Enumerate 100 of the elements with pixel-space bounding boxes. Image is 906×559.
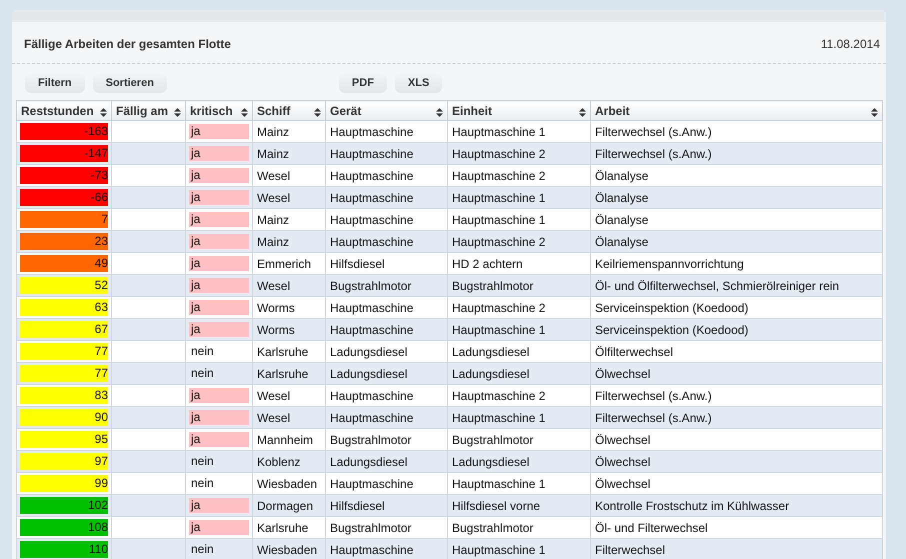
table-cell: Ölanalyse bbox=[590, 230, 882, 252]
sort-button[interactable]: Sortieren bbox=[92, 73, 167, 93]
table-cell: Hauptmaschine 1 bbox=[448, 186, 590, 208]
table-cell: Hauptmaschine bbox=[326, 186, 448, 208]
critical-label: ja bbox=[189, 234, 249, 249]
column-header[interactable]: Fällig am bbox=[112, 100, 186, 120]
remaining-hours-bar: 23 bbox=[20, 233, 108, 250]
remaining-hours-bar: -73 bbox=[20, 167, 108, 184]
table-cell: Hilfsdiesel vorne bbox=[448, 494, 590, 516]
table-cell: Ölwechsel bbox=[590, 362, 882, 384]
sort-icon[interactable] bbox=[871, 108, 878, 116]
column-header[interactable]: Einheit bbox=[448, 100, 590, 120]
table-cell: Koblenz bbox=[252, 450, 326, 472]
remaining-hours-bar: 83 bbox=[20, 387, 108, 404]
critical-label: nein bbox=[190, 476, 215, 491]
table-cell: Hilfsdiesel bbox=[326, 494, 448, 516]
sort-icon[interactable] bbox=[241, 108, 248, 116]
column-header[interactable]: kritisch bbox=[186, 100, 252, 120]
table-cell: Wiesbaden bbox=[252, 538, 326, 559]
table-cell: Mainz bbox=[252, 230, 326, 252]
table-cell: Ladungsdiesel bbox=[326, 362, 448, 384]
remaining-hours-bar: 97 bbox=[20, 453, 108, 470]
table-cell: Bugstrahlmotor bbox=[448, 274, 590, 296]
date-label: 11.08.2014 bbox=[820, 37, 880, 51]
table-cell: Hauptmaschine bbox=[326, 142, 448, 164]
table-cell: Ölanalyse bbox=[590, 186, 882, 208]
table-cell: Worms bbox=[252, 318, 326, 340]
remaining-hours-bar: 90 bbox=[20, 409, 108, 426]
critical-label: ja bbox=[189, 190, 249, 205]
remaining-hours-bar: -163 bbox=[20, 123, 108, 140]
sort-icon[interactable] bbox=[579, 108, 586, 116]
remaining-hours-bar: 95 bbox=[20, 431, 108, 448]
sort-icon[interactable] bbox=[436, 108, 443, 116]
critical-label: ja bbox=[189, 124, 249, 139]
table-cell: Filterwechsel (s.Anw.) bbox=[590, 142, 882, 164]
table-cell: Serviceinspektion (Koedood) bbox=[590, 318, 882, 340]
table-cell: Hauptmaschine 2 bbox=[448, 142, 590, 164]
table-cell: Wesel bbox=[252, 406, 326, 428]
sort-icon[interactable] bbox=[174, 108, 181, 116]
remaining-hours-bar: 67 bbox=[20, 321, 108, 338]
xls-export-button[interactable]: XLS bbox=[394, 73, 442, 93]
table-cell: Kontrolle Frostschutz im Kühlwasser bbox=[590, 494, 882, 516]
critical-label: ja bbox=[189, 256, 249, 271]
table-cell: Karlsruhe bbox=[252, 362, 326, 384]
critical-label: ja bbox=[189, 212, 249, 227]
critical-label: ja bbox=[189, 388, 249, 403]
table-cell: Bugstrahlmotor bbox=[326, 274, 448, 296]
table-cell: Wesel bbox=[252, 186, 326, 208]
remaining-hours-bar: 7 bbox=[20, 211, 108, 228]
table-cell: Dormagen bbox=[252, 494, 326, 516]
remaining-hours-bar: 102 bbox=[20, 497, 108, 514]
table-cell: Hauptmaschine 1 bbox=[448, 406, 590, 428]
sort-icon[interactable] bbox=[314, 108, 321, 116]
column-header[interactable]: Reststunden bbox=[16, 100, 112, 120]
critical-label: ja bbox=[189, 410, 249, 425]
remaining-hours-bar: 52 bbox=[20, 277, 108, 294]
critical-label: nein bbox=[190, 366, 215, 381]
table-cell: Ladungsdiesel bbox=[448, 362, 590, 384]
page-title: Fällige Arbeiten der gesamten Flotte bbox=[24, 37, 231, 51]
critical-label: ja bbox=[189, 322, 249, 337]
table-cell: Ölwechsel bbox=[590, 450, 882, 472]
table-cell: Hauptmaschine bbox=[326, 406, 448, 428]
table-cell: Filterwechsel (s.Anw.) bbox=[590, 406, 882, 428]
critical-label: nein bbox=[190, 542, 215, 557]
remaining-hours-bar: -147 bbox=[20, 145, 108, 162]
remaining-hours-bar: 49 bbox=[20, 255, 108, 272]
remaining-hours-bar: 110 bbox=[20, 541, 108, 558]
table-cell: Hauptmaschine bbox=[326, 538, 448, 559]
table-cell: Hauptmaschine 2 bbox=[448, 230, 590, 252]
table-cell: Mainz bbox=[252, 142, 326, 164]
table-cell: Wesel bbox=[252, 274, 326, 296]
column-header[interactable]: Schiff bbox=[252, 100, 326, 120]
table-cell: Filterwechsel bbox=[590, 538, 882, 559]
sort-icon[interactable] bbox=[100, 108, 107, 116]
remaining-hours-bar: 77 bbox=[20, 365, 108, 382]
table-cell: Öl- und Ölfilterwechsel, Schmierölreiniger rein bbox=[590, 274, 882, 296]
remaining-hours-bar: 63 bbox=[20, 299, 108, 316]
pdf-export-button[interactable]: PDF bbox=[338, 73, 387, 93]
column-header[interactable]: Arbeit bbox=[590, 100, 882, 120]
table-cell: Hauptmaschine 1 bbox=[448, 318, 590, 340]
column-header[interactable]: Gerät bbox=[326, 100, 448, 120]
table-cell: Hauptmaschine bbox=[326, 318, 448, 340]
critical-label: ja bbox=[189, 498, 249, 513]
critical-label: ja bbox=[189, 432, 249, 447]
critical-label: ja bbox=[189, 300, 249, 315]
filter-button[interactable]: Filtern bbox=[25, 73, 85, 93]
table-cell: Hauptmaschine bbox=[326, 230, 448, 252]
remaining-hours-bar: -66 bbox=[20, 189, 108, 206]
critical-label: nein bbox=[190, 454, 215, 469]
critical-label: nein bbox=[190, 344, 215, 359]
critical-label: ja bbox=[189, 146, 249, 161]
critical-label: ja bbox=[189, 520, 249, 535]
table-cell: Ladungsdiesel bbox=[326, 450, 448, 472]
critical-label: ja bbox=[189, 278, 249, 293]
remaining-hours-bar: 77 bbox=[20, 343, 108, 360]
remaining-hours-bar: 108 bbox=[20, 519, 108, 536]
table-cell: Hauptmaschine 1 bbox=[448, 538, 590, 559]
remaining-hours-bar: 99 bbox=[20, 475, 108, 492]
table-cell: Ladungsdiesel bbox=[448, 450, 590, 472]
critical-label: ja bbox=[189, 168, 249, 183]
